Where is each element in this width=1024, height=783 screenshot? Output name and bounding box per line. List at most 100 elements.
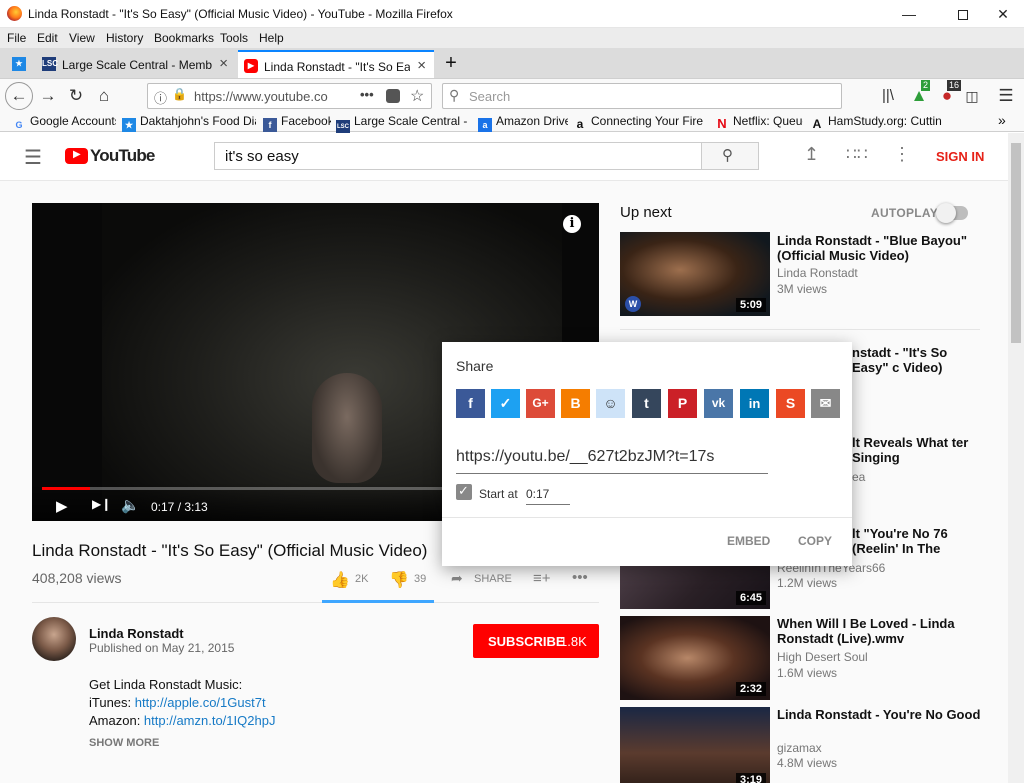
search-engine-icon[interactable]: ⚲ bbox=[449, 87, 459, 104]
forward-button[interactable]: → bbox=[34, 82, 62, 110]
youtube-search-input[interactable]: it's so easy bbox=[214, 142, 702, 170]
bookmark-blue-icon: ★ bbox=[122, 118, 136, 132]
blogger-share-icon[interactable]: B bbox=[561, 389, 590, 418]
bookmark-connecting-fire[interactable]: a Connecting Your Fire ... bbox=[573, 114, 707, 131]
scrollbar-thumb[interactable] bbox=[1011, 143, 1021, 343]
related-video-title[interactable]: When Will I Be Loved - Linda Ronstadt (L… bbox=[777, 616, 982, 646]
twitter-share-icon[interactable]: ✓ bbox=[491, 389, 520, 418]
search-bar[interactable]: ⚲ Search bbox=[442, 83, 842, 109]
menu-view[interactable]: View bbox=[69, 31, 95, 45]
amazon-link[interactable]: http://amzn.to/1IQ2hpJ bbox=[144, 713, 276, 728]
pocket-icon[interactable] bbox=[386, 89, 400, 103]
youtube-logo-icon[interactable]: ▶ bbox=[65, 148, 88, 164]
tab-large-scale-central[interactable]: LSC Large Scale Central - Member H × bbox=[36, 50, 236, 78]
bookmark-food-diary[interactable]: ★Daktahjohn's Food Dia... bbox=[122, 114, 256, 132]
youtube-search-button[interactable]: ⚲ bbox=[701, 142, 759, 170]
bookmark-facebook[interactable]: f Facebook bbox=[263, 114, 331, 132]
upload-icon[interactable]: ↥ bbox=[804, 144, 819, 165]
home-button[interactable]: ⌂ bbox=[90, 82, 118, 110]
extension-green-icon[interactable]: ▲ 2 bbox=[905, 80, 933, 110]
lock-warning-icon[interactable]: 🔒 bbox=[172, 87, 187, 101]
back-button[interactable]: ← bbox=[5, 82, 33, 110]
related-video-title[interactable]: lt Reveals What ter Singing bbox=[852, 435, 982, 465]
email-share-icon[interactable]: ✉ bbox=[811, 389, 840, 418]
related-video-title[interactable]: nstadt - "It's So Easy" c Video) bbox=[852, 345, 982, 375]
menu-history[interactable]: History bbox=[106, 31, 143, 45]
add-to-playlist-icon[interactable]: ≡+ bbox=[533, 570, 551, 587]
more-actions-icon[interactable]: ••• bbox=[572, 569, 588, 586]
play-icon[interactable]: ▶ bbox=[56, 497, 68, 515]
stumbleupon-share-icon[interactable]: S bbox=[776, 389, 805, 418]
apps-grid-icon[interactable]: ∷∷ bbox=[846, 145, 868, 165]
menu-tools[interactable]: Tools bbox=[220, 31, 248, 45]
facebook-share-icon[interactable]: f bbox=[456, 389, 485, 418]
url-bar[interactable]: ⓘ 🔒 https://www.youtube.co ••• ☆ bbox=[147, 83, 432, 109]
copy-button[interactable]: COPY bbox=[798, 534, 832, 548]
extension-red-icon[interactable]: ● 16 bbox=[933, 80, 962, 110]
new-tab-button[interactable]: + bbox=[438, 50, 464, 78]
bookmark-google-accounts[interactable]: G Google Accounts bbox=[12, 114, 116, 132]
bookmarks-overflow-icon[interactable]: » bbox=[998, 112, 1006, 128]
bookmark-netflix[interactable]: N Netflix: Queue bbox=[715, 114, 803, 131]
guide-menu-icon[interactable]: ☰ bbox=[24, 145, 42, 170]
like-icon[interactable]: 👍 bbox=[330, 570, 350, 590]
reddit-share-icon[interactable]: ☺ bbox=[596, 389, 625, 418]
dislike-count[interactable]: 39 bbox=[414, 573, 426, 585]
related-video-title[interactable]: Linda Ronstadt - "Blue Bayou" (Official … bbox=[777, 233, 982, 263]
like-count[interactable]: 2K bbox=[355, 573, 368, 585]
video-thumbnail[interactable]: 3:19 bbox=[620, 707, 770, 783]
tumblr-share-icon[interactable]: t bbox=[632, 389, 661, 418]
start-at-checkbox[interactable]: ✓ bbox=[456, 483, 472, 500]
hamburger-menu-icon[interactable]: ☰ bbox=[992, 82, 1020, 110]
info-card-icon[interactable]: i bbox=[563, 215, 581, 233]
channel-avatar[interactable] bbox=[32, 617, 76, 661]
share-button[interactable]: SHARE bbox=[474, 573, 512, 585]
google-plus-share-icon[interactable]: G+ bbox=[526, 389, 555, 418]
autoplay-toggle[interactable] bbox=[936, 203, 968, 223]
vk-share-icon[interactable]: vk bbox=[704, 389, 733, 418]
itunes-link[interactable]: http://apple.co/1Gust7t bbox=[135, 695, 266, 710]
minimize-button[interactable]: — bbox=[886, 0, 932, 28]
embed-button[interactable]: EMBED bbox=[727, 534, 770, 548]
info-icon[interactable]: ⓘ bbox=[154, 88, 167, 107]
close-tab-icon[interactable]: × bbox=[417, 57, 426, 74]
close-tab-icon[interactable]: × bbox=[219, 55, 228, 72]
menu-file[interactable]: File bbox=[7, 31, 26, 45]
bookmark-large-scale-central[interactable]: LSCLarge Scale Central - L... bbox=[336, 114, 470, 134]
start-time-input[interactable]: 0:17 bbox=[526, 487, 570, 505]
video-thumbnail[interactable]: W 5:09 bbox=[620, 232, 770, 316]
sign-in-button[interactable]: SIGN IN bbox=[936, 149, 984, 164]
reload-button[interactable]: ↻ bbox=[62, 82, 90, 110]
page-actions-icon[interactable]: ••• bbox=[360, 87, 374, 102]
menu-edit[interactable]: Edit bbox=[37, 31, 58, 45]
linkedin-share-icon[interactable]: in bbox=[740, 389, 769, 418]
channel-name[interactable]: Linda Ronstadt bbox=[89, 626, 184, 641]
youtube-logo-text[interactable]: YouTube bbox=[90, 146, 155, 166]
subscribe-button[interactable]: SUBSCRIBE 1.8K bbox=[473, 624, 599, 658]
navigation-toolbar: ← → ↻ ⌂ ⓘ 🔒 https://www.youtube.co ••• ☆… bbox=[0, 78, 1024, 112]
related-video-title[interactable]: Linda Ronstadt - You're No Good bbox=[777, 707, 982, 722]
related-video-title[interactable]: lt "You're No 76 (Reelin' In The bbox=[852, 526, 982, 556]
sidebar-toggle-icon[interactable]: ◫ bbox=[958, 82, 986, 110]
share-icon[interactable]: ➦ bbox=[451, 570, 463, 587]
tab-youtube-active[interactable]: ▶ Linda Ronstadt - "It's So Easy" ( × bbox=[238, 50, 434, 78]
next-icon[interactable]: ▶❙ bbox=[92, 497, 111, 511]
share-url-field[interactable]: https://youtu.be/__627t2bzJM?t=17s bbox=[456, 448, 768, 474]
menu-help[interactable]: Help bbox=[259, 31, 284, 45]
youtube-page: ☰ ▶ YouTube it's so easy ⚲ ↥ ∷∷ ⋮ SIGN I… bbox=[0, 133, 1008, 783]
pinterest-share-icon[interactable]: P bbox=[668, 389, 697, 418]
library-icon[interactable]: ||\ bbox=[874, 82, 902, 110]
bookmark-amazon-drive[interactable]: a Amazon Drive bbox=[478, 114, 568, 132]
tab-pinned[interactable]: ★ bbox=[4, 50, 34, 78]
bookmark-hamstudy[interactable]: A HamStudy.org: Cuttin... bbox=[810, 114, 942, 131]
close-window-button[interactable]: ✕ bbox=[980, 0, 1024, 28]
page-scrollbar[interactable] bbox=[1008, 133, 1024, 783]
url-text[interactable]: https://www.youtube.co bbox=[194, 89, 328, 104]
video-thumbnail[interactable]: 2:32 bbox=[620, 616, 770, 700]
bookmark-star-icon[interactable]: ☆ bbox=[410, 86, 424, 106]
show-more-button[interactable]: SHOW MORE bbox=[89, 737, 159, 749]
more-options-icon[interactable]: ⋮ bbox=[893, 144, 911, 165]
menu-bookmarks[interactable]: Bookmarks bbox=[154, 31, 214, 45]
volume-icon[interactable]: 🔈 bbox=[121, 496, 140, 514]
dislike-icon[interactable]: 👎 bbox=[389, 570, 409, 590]
